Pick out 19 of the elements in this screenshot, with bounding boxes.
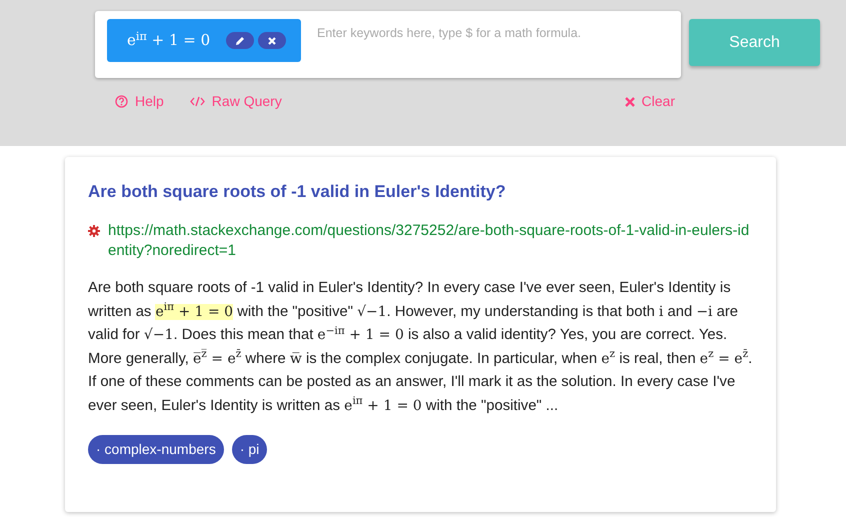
result-url: https://math.stackexchange.com/questions/3275252/are-both-square-roots-of-1-valid-in-eulers-identity?noredirect=1 [108, 221, 750, 261]
pencil-icon [235, 36, 246, 46]
tag-chip[interactable]: · complex-numbers [88, 435, 224, 464]
tag-chip[interactable]: · pi [232, 435, 268, 464]
formula-text: e$^{iπ}$ + 1 = 0 [127, 29, 210, 52]
help-icon [115, 95, 128, 108]
close-icon [268, 36, 276, 44]
gear-icon [88, 225, 100, 237]
close-icon [624, 96, 635, 106]
result-snippet: Are both square roots of -1 valid in Euler's Identity? In every case I've ever seen, Euler's Identity is written as e$^{iπ}$ + 1 = 0 with the "positive" √−1. However, my understanding is that both i and −i are valid for √−1. Does this mean that e$^{−iπ}$ + 1 = 0 is also a valid identity? Yes, you are correct. Yes. More generally, e̅$^{z̅}$ = e$^{z̄}$ where w̅ is the complex conjugate. In particular, when e$^{z}$ is real, then e$^{z}$ = e$^{z̄}$. If one of these comments can be posted as an answer, I'll mark it as the solution. In every case I've ever seen, Euler's Identity is written as e$^{iπ}$ + 1 = 0 with the "positive" ... [88, 279, 753, 416]
raw-query-link[interactable]: Raw Query [190, 91, 282, 112]
search-button[interactable]: Search [689, 19, 820, 66]
result-title-link[interactable]: Are both square roots of -1 valid in Euler's Identity? [88, 182, 506, 201]
code-icon [190, 96, 205, 107]
edit-button[interactable] [226, 32, 254, 49]
help-link[interactable]: Help [115, 91, 164, 112]
remove-button[interactable] [258, 32, 286, 49]
formula-chip[interactable]: e$^{iπ}$ + 1 = 0 [107, 19, 301, 62]
clear-link[interactable]: Clear [624, 91, 675, 112]
